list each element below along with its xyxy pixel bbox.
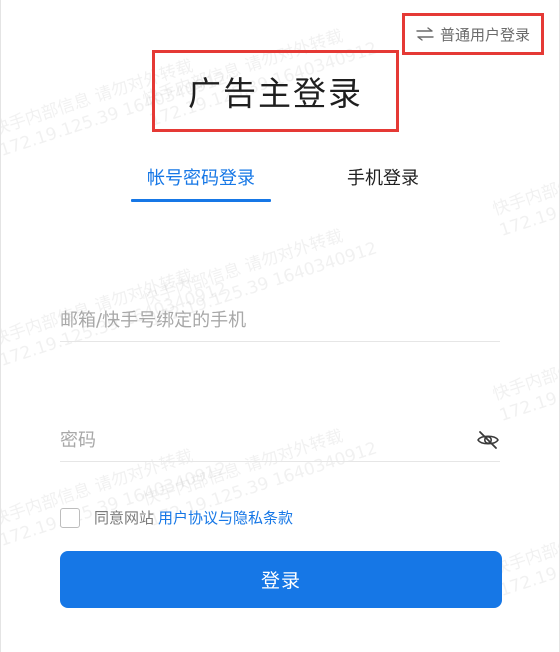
password-field-wrapper bbox=[60, 421, 500, 462]
title-highlight: 广告主登录 bbox=[152, 50, 399, 132]
account-input[interactable] bbox=[60, 301, 500, 339]
tab-phone-login[interactable]: 手机登录 bbox=[323, 164, 443, 204]
swap-arrows-icon bbox=[416, 27, 434, 41]
page-title: 广告主登录 bbox=[188, 74, 363, 113]
login-tabs: 帐号密码登录 手机登录 bbox=[0, 164, 560, 204]
watermark: 快手内部信息 请勿对外转载172.19.125.39 1640340912 bbox=[490, 321, 560, 426]
agreement-row: 同意网站 用户协议与隐私条款 bbox=[60, 507, 293, 528]
password-input[interactable] bbox=[60, 421, 500, 459]
tab-password-login[interactable]: 帐号密码登录 bbox=[131, 164, 271, 204]
eye-off-icon[interactable] bbox=[476, 428, 500, 452]
login-button[interactable]: 登录 bbox=[60, 551, 502, 608]
account-field-wrapper bbox=[60, 301, 500, 342]
agreement-prefix: 同意网站 bbox=[94, 509, 155, 527]
agreement-checkbox[interactable] bbox=[60, 507, 80, 528]
switch-to-user-login-button[interactable]: 普通用户登录 bbox=[402, 13, 544, 55]
agreement-link[interactable]: 用户协议与隐私条款 bbox=[158, 507, 293, 528]
switch-login-label: 普通用户登录 bbox=[439, 25, 530, 44]
